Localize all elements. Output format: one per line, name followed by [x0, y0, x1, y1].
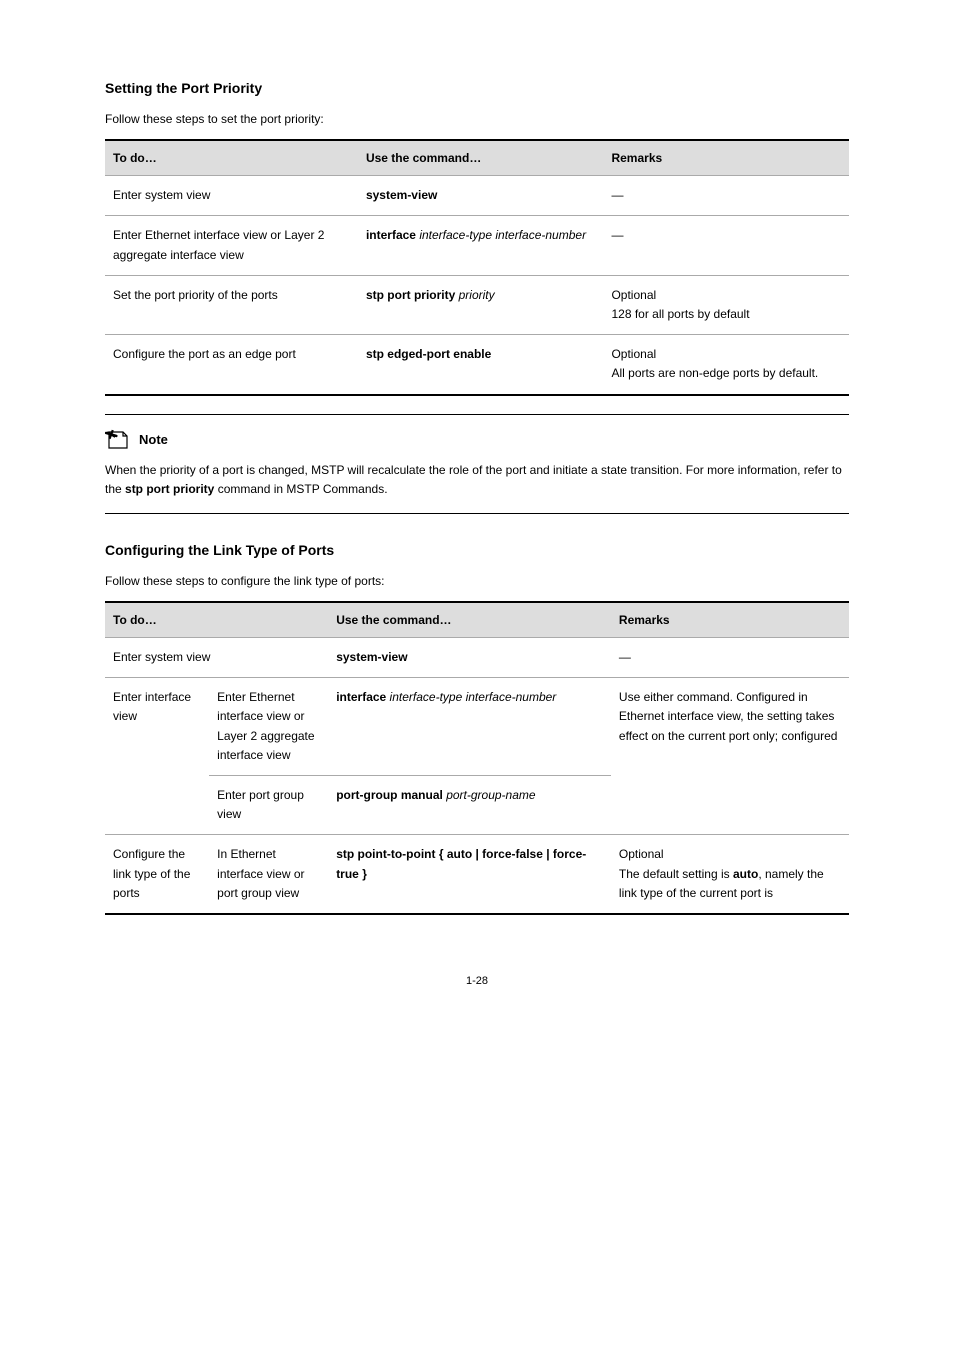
cell: Configure the link type of the ports: [105, 835, 209, 914]
cell: stp port priority priority: [358, 275, 604, 334]
cell: system-view: [328, 638, 611, 678]
cell: system-view: [358, 176, 604, 216]
cell: Optional The default setting is auto, na…: [611, 835, 849, 914]
cell: Enter system view: [105, 638, 328, 678]
intro-text-1: Follow these steps to set the port prior…: [105, 110, 849, 129]
cell: Enter port group view: [209, 776, 328, 835]
col-header: Remarks: [603, 140, 849, 176]
table-row: Set the port priority of the ports stp p…: [105, 275, 849, 334]
section-heading-link-type: Configuring the Link Type of Ports: [105, 542, 849, 558]
note-body: When the priority of a port is changed, …: [105, 461, 849, 499]
table-row: Enter system view system-view —: [105, 638, 849, 678]
cell: Enter system view: [105, 176, 358, 216]
cell: stp point-to-point { auto | force-false …: [328, 835, 611, 914]
note-label: Note: [139, 432, 168, 447]
cell: In Ethernet interface view or port group…: [209, 835, 328, 914]
note-header: Note: [105, 429, 849, 451]
cell: Enter interface view: [105, 678, 209, 835]
col-header: Use the command…: [358, 140, 604, 176]
cell: Optional All ports are non-edge ports by…: [603, 335, 849, 395]
col-header: To do…: [105, 602, 328, 638]
cell: Set the port priority of the ports: [105, 275, 358, 334]
section-heading-port-priority: Setting the Port Priority: [105, 80, 849, 96]
cell: Enter Ethernet interface view or Layer 2…: [105, 216, 358, 275]
cell: Use either command. Configured in Ethern…: [611, 678, 849, 835]
cell: stp edged-port enable: [358, 335, 604, 395]
table-row: Configure the port as an edge port stp e…: [105, 335, 849, 395]
table-header-row: To do… Use the command… Remarks: [105, 140, 849, 176]
note-block: Note When the priority of a port is chan…: [105, 414, 849, 514]
table-row: Enter Ethernet interface view or Layer 2…: [105, 216, 849, 275]
cell: port-group manual port-group-name: [328, 776, 611, 835]
intro-text-2: Follow these steps to configure the link…: [105, 572, 849, 591]
col-header: To do…: [105, 140, 358, 176]
cell: interface interface-type interface-numbe…: [358, 216, 604, 275]
cell: —: [603, 216, 849, 275]
col-header: Remarks: [611, 602, 849, 638]
col-header: Use the command…: [328, 602, 611, 638]
cell: Optional 128 for all ports by default: [603, 275, 849, 334]
cell: interface interface-type interface-numbe…: [328, 678, 611, 776]
table-port-priority: To do… Use the command… Remarks Enter sy…: [105, 139, 849, 395]
cell: Configure the port as an edge port: [105, 335, 358, 395]
table-row: Enter interface view Enter Ethernet inte…: [105, 678, 849, 776]
cell: —: [603, 176, 849, 216]
page-number: 1-28: [105, 975, 849, 987]
table-link-type: To do… Use the command… Remarks Enter sy…: [105, 601, 849, 915]
table-header-row: To do… Use the command… Remarks: [105, 602, 849, 638]
cell: —: [611, 638, 849, 678]
cell: Enter Ethernet interface view or Layer 2…: [209, 678, 328, 776]
table-row: Enter system view system-view —: [105, 176, 849, 216]
note-icon: [105, 429, 133, 451]
table-row: Configure the link type of the ports In …: [105, 835, 849, 914]
